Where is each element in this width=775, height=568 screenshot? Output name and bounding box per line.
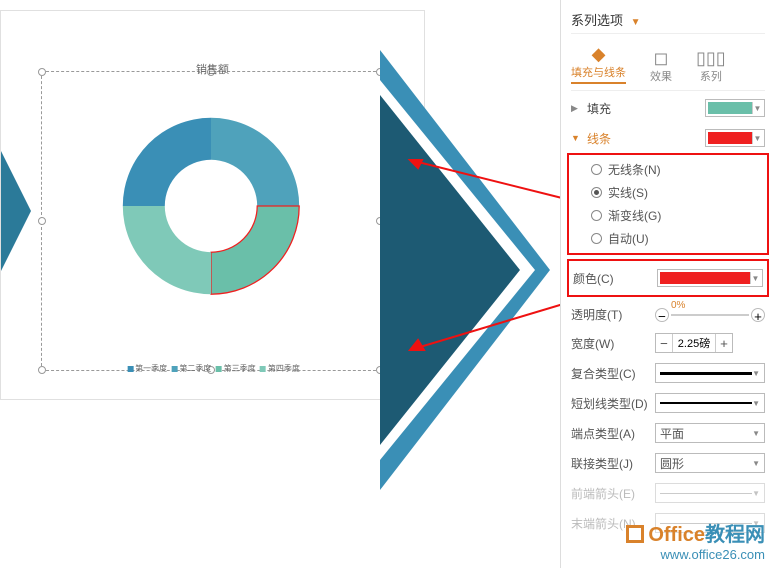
- chevron-down-icon: ▼: [752, 102, 762, 114]
- cap-type-row: 端点类型(A) 平面▼: [571, 418, 765, 448]
- option-gradient-line[interactable]: 渐变线(G): [591, 204, 763, 227]
- pane-title: 系列选项: [571, 13, 623, 28]
- logo-icon: [626, 525, 644, 543]
- resize-handle[interactable]: [38, 366, 46, 374]
- section-label: 填充: [587, 100, 611, 117]
- dash-type-dropdown[interactable]: ▼: [655, 393, 765, 413]
- decorative-triangle-left: [1, 151, 31, 271]
- chart-legend[interactable]: 第一季度 第二季度 第三季度 第四季度: [125, 363, 300, 374]
- selected-data-point[interactable]: [211, 206, 299, 294]
- caret-down-icon: ▼: [571, 133, 581, 143]
- paint-bucket-icon: ◆: [571, 44, 626, 64]
- chevron-down-icon: ▼: [752, 132, 762, 144]
- compound-type-row: 复合类型(C) ▼: [571, 358, 765, 388]
- option-auto-line[interactable]: 自动(U): [591, 227, 763, 250]
- caret-right-icon: ▶: [571, 103, 581, 114]
- effects-icon: ◻: [650, 48, 672, 68]
- tab-effects[interactable]: ◻ 效果: [650, 48, 672, 84]
- line-color-picker[interactable]: ▼: [657, 269, 763, 287]
- format-pane: 系列选项 ▼ ◆ 填充与线条 ◻ 效果 ▯▯▯ 系列 ▶ 填充 ▼ ▼ 线条 ▼: [560, 0, 775, 568]
- cap-type-dropdown[interactable]: 平面▼: [655, 423, 765, 443]
- resize-handle[interactable]: [38, 68, 46, 76]
- legend-item: 第二季度: [179, 364, 211, 373]
- chevron-down-icon[interactable]: ▼: [631, 17, 641, 28]
- watermark-brand: 教程网: [705, 524, 765, 546]
- transparency-slider[interactable]: 0%: [671, 314, 749, 316]
- legend-item: 第三季度: [224, 364, 256, 373]
- join-type-row: 联接类型(J) 圆形▼: [571, 448, 765, 478]
- decrement-button[interactable]: −: [656, 334, 672, 352]
- annotation-triangle: [380, 50, 550, 490]
- begin-arrow-dropdown: ▼: [655, 483, 765, 503]
- fill-color-picker[interactable]: ▼: [705, 99, 765, 117]
- line-color-row: 颜色(C) ▼: [573, 264, 763, 292]
- increment-button[interactable]: +: [751, 308, 765, 322]
- transparency-row: 透明度(T) − 0% +: [571, 301, 765, 328]
- section-fill[interactable]: ▶ 填充 ▼: [571, 91, 765, 121]
- increment-button[interactable]: +: [716, 334, 732, 352]
- tab-series[interactable]: ▯▯▯ 系列: [696, 48, 726, 84]
- dash-type-row: 短划线类型(D) ▼: [571, 388, 765, 418]
- option-solid-line[interactable]: 实线(S): [591, 181, 763, 204]
- annotation-arrow: [400, 150, 580, 210]
- chevron-down-icon: ▼: [750, 272, 760, 284]
- tab-fill-and-line[interactable]: ◆ 填充与线条: [571, 44, 626, 84]
- width-input[interactable]: [672, 334, 716, 352]
- decrement-button[interactable]: −: [655, 308, 669, 322]
- pane-title-row[interactable]: 系列选项 ▼: [571, 6, 765, 34]
- width-stepper[interactable]: − +: [655, 333, 733, 353]
- begin-arrow-row: 前端箭头(E) ▼: [571, 478, 765, 508]
- line-color-quick-picker[interactable]: ▼: [705, 129, 765, 147]
- section-label: 线条: [587, 130, 611, 147]
- series-icon: ▯▯▯: [696, 48, 726, 68]
- compound-type-dropdown[interactable]: ▼: [655, 363, 765, 383]
- width-row: 宽度(W) − +: [571, 328, 765, 358]
- option-no-line[interactable]: 无线条(N): [591, 158, 763, 181]
- donut-chart[interactable]: [106, 101, 316, 311]
- join-type-dropdown[interactable]: 圆形▼: [655, 453, 765, 473]
- watermark: Office教程网 www.office26.com: [626, 518, 765, 562]
- slide-canvas[interactable]: 销售额 第一季度 第二季度 第三季度 第四季度: [0, 10, 425, 400]
- legend-item: 第一季度: [135, 364, 167, 373]
- chart-title[interactable]: 销售额: [196, 61, 229, 77]
- resize-handle[interactable]: [38, 217, 46, 225]
- legend-item: 第四季度: [268, 364, 300, 373]
- watermark-url: www.office26.com: [626, 547, 765, 562]
- section-line[interactable]: ▼ 线条 ▼: [571, 121, 765, 151]
